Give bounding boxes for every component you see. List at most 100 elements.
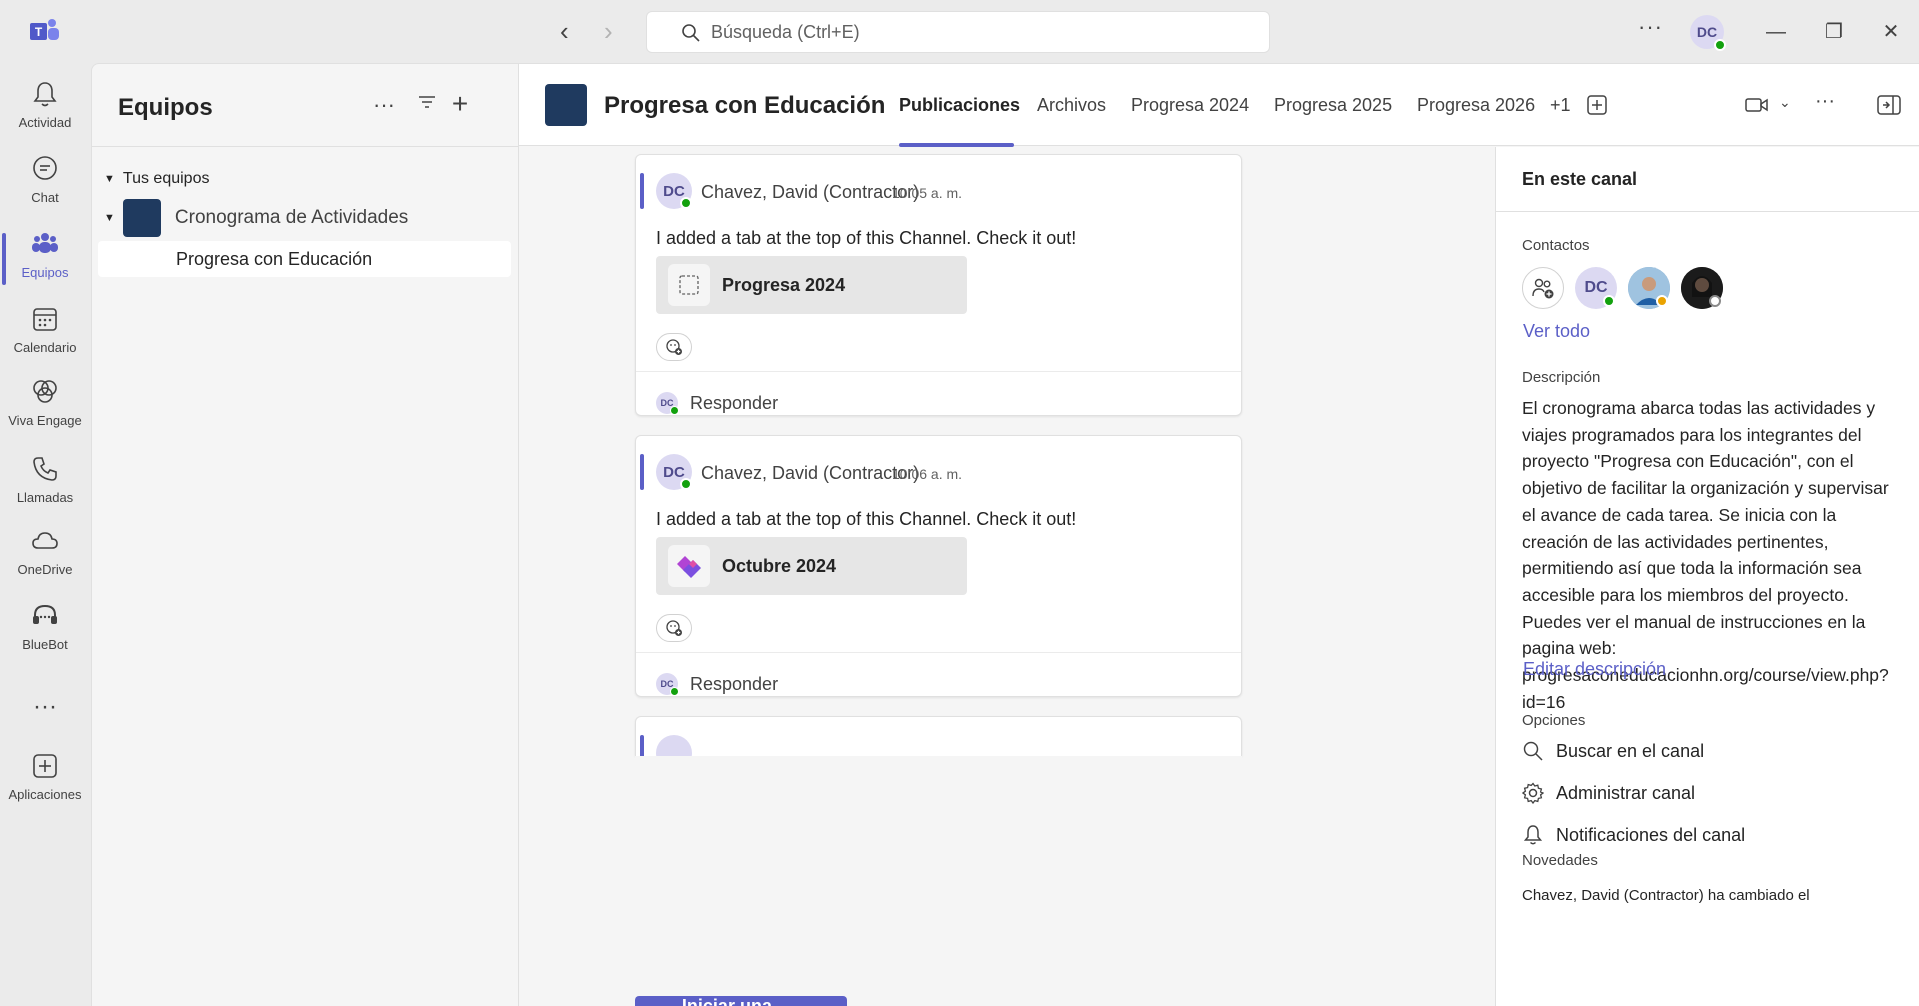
tab-publicaciones[interactable]: Publicaciones [899, 95, 1020, 116]
tab-archivos[interactable]: Archivos [1037, 95, 1106, 116]
add-tab-icon[interactable] [1586, 94, 1608, 116]
add-icon[interactable]: + [445, 88, 475, 120]
avatar-initials: DC [663, 463, 685, 481]
manage-channel-option[interactable]: Administrar canal [1522, 782, 1695, 804]
channel-header: Progresa con Educación Publicaciones Arc… [519, 64, 1919, 147]
planner-icon [668, 545, 710, 587]
posts-feed[interactable]: DC Chavez, David (Contractor) 10:05 a. m… [519, 147, 1494, 1006]
title-bar: T ‹ › ··· DC — ❐ ✕ [0, 0, 1919, 63]
more-apps-icon[interactable]: ··· [0, 693, 90, 721]
forward-arrow-icon[interactable]: › [604, 18, 613, 44]
rail-item-apps[interactable]: Aplicaciones [0, 743, 90, 813]
team-item[interactable]: ▼ Cronograma de Actividades [104, 198, 504, 238]
avatar[interactable]: DC [656, 454, 692, 490]
presence-away-icon [1656, 295, 1668, 307]
avatar[interactable] [1681, 267, 1723, 309]
rail-label: Aplicaciones [8, 787, 82, 802]
rail-label: Actividad [18, 115, 72, 130]
post-timestamp: 10:05 a. m. [892, 185, 963, 201]
edit-description-link[interactable]: Editar descripción [1523, 659, 1666, 680]
channel-title: Progresa con Educación [604, 92, 886, 119]
avatar[interactable]: DC [656, 173, 692, 209]
option-label: Buscar en el canal [1556, 740, 1705, 761]
option-label: Notificaciones del canal [1556, 824, 1746, 845]
filter-icon[interactable] [412, 92, 442, 118]
avatar: DC [656, 392, 679, 415]
tab-card[interactable]: Progresa 2024 [656, 256, 967, 314]
more-options-icon[interactable]: ··· [1638, 14, 1663, 40]
rail-item-calendar[interactable]: Calendario [0, 296, 90, 366]
tab-progresa-2026[interactable]: Progresa 2026 [1417, 95, 1535, 116]
tab-card-label: Progresa 2024 [722, 274, 846, 295]
avatar[interactable] [1628, 267, 1670, 309]
search-input[interactable] [711, 21, 1211, 43]
channel-name: Progresa con Educación [176, 248, 373, 269]
video-call-icon[interactable] [1745, 95, 1769, 115]
presence-available-icon [670, 406, 679, 415]
teams-logo-icon[interactable]: T [30, 18, 60, 44]
rail-item-onedrive[interactable]: OneDrive [0, 518, 90, 588]
rail-item-bluebot[interactable]: BlueBot [0, 593, 90, 663]
close-icon[interactable]: ✕ [1877, 18, 1905, 46]
more-options-icon[interactable]: ··· [1815, 90, 1835, 113]
post-timestamp: 10:06 a. m. [892, 466, 963, 482]
new-post-button[interactable]: Iniciar una publicación [635, 996, 847, 1006]
search-channel-option[interactable]: Buscar en el canal [1522, 740, 1704, 762]
channel-item[interactable]: Progresa con Educación [98, 241, 511, 277]
bell-icon [1523, 825, 1543, 845]
post-author[interactable]: Chavez, David (Contractor) [701, 182, 919, 203]
main-area: Progresa con Educación Publicaciones Arc… [518, 63, 1919, 1006]
feed-fade [635, 756, 1242, 816]
rail-label: Calendario [13, 340, 77, 355]
search-box[interactable] [646, 11, 1270, 53]
tab-card[interactable]: Octubre 2024 [656, 537, 967, 595]
emoji-add-icon [666, 620, 682, 636]
open-pane-icon[interactable] [1877, 94, 1901, 116]
reply-button[interactable]: Responder [690, 393, 778, 414]
post-card: DC Chavez, David (Contractor) 10:06 a. m… [635, 435, 1242, 697]
tab-more[interactable]: +1 [1550, 95, 1571, 116]
rail-item-calls[interactable]: Llamadas [0, 446, 90, 516]
more-options-icon[interactable]: ··· [369, 92, 399, 118]
divider [92, 146, 518, 147]
post-card: DC Chavez, David (Contractor) 10:05 a. m… [635, 154, 1242, 416]
rail-item-teams[interactable]: Equipos [0, 221, 90, 291]
gear-icon [1522, 782, 1544, 804]
rail-label: Viva Engage [8, 413, 82, 428]
presence-offline-icon [1709, 295, 1721, 307]
presence-available-icon [680, 478, 692, 490]
avatar[interactable]: DC [1575, 267, 1617, 309]
avatar: DC [656, 673, 679, 696]
reply-button[interactable]: Responder [690, 674, 778, 695]
new-post-label: Iniciar una publicación [681, 996, 772, 1006]
rail-item-viva-engage[interactable]: Viva Engage [0, 369, 90, 439]
headset-icon [33, 604, 57, 624]
user-initials: DC [1696, 24, 1718, 40]
teams-panel: Equipos ··· + ▼ Tus equipos ▼ Cronograma… [91, 63, 518, 1006]
post-author[interactable]: Chavez, David (Contractor) [701, 463, 919, 484]
tab-progresa-2024[interactable]: Progresa 2024 [1131, 95, 1249, 116]
your-teams-section[interactable]: ▼ Tus equipos [104, 170, 209, 188]
news-item: Chavez, David (Contractor) ha cambiado e… [1522, 887, 1810, 904]
divider [636, 652, 1241, 653]
post-body: I added a tab at the top of this Channel… [656, 509, 1077, 529]
minimize-icon[interactable]: — [1762, 18, 1790, 46]
back-arrow-icon[interactable]: ‹ [560, 18, 569, 44]
avatar[interactable] [656, 735, 692, 756]
see-all-link[interactable]: Ver todo [1523, 321, 1590, 342]
user-avatar[interactable]: DC [1690, 15, 1726, 51]
rail-item-chat[interactable]: Chat [0, 146, 90, 216]
add-people-icon[interactable] [1522, 267, 1564, 309]
news-label: Novedades [1522, 852, 1598, 869]
restore-icon[interactable]: ❐ [1820, 18, 1848, 46]
rail-item-activity[interactable]: Actividad [0, 71, 90, 141]
add-reaction-button[interactable] [656, 614, 692, 642]
tab-progresa-2025[interactable]: Progresa 2025 [1274, 95, 1392, 116]
chevron-down-icon[interactable]: ⌄ [1779, 94, 1791, 111]
add-reaction-button[interactable] [656, 333, 692, 361]
option-label: Administrar canal [1556, 782, 1696, 803]
caret-down-icon: ▼ [104, 173, 115, 185]
channel-notifications-option[interactable]: Notificaciones del canal [1522, 824, 1745, 846]
presence-available-icon [680, 197, 692, 209]
divider [1496, 211, 1919, 212]
